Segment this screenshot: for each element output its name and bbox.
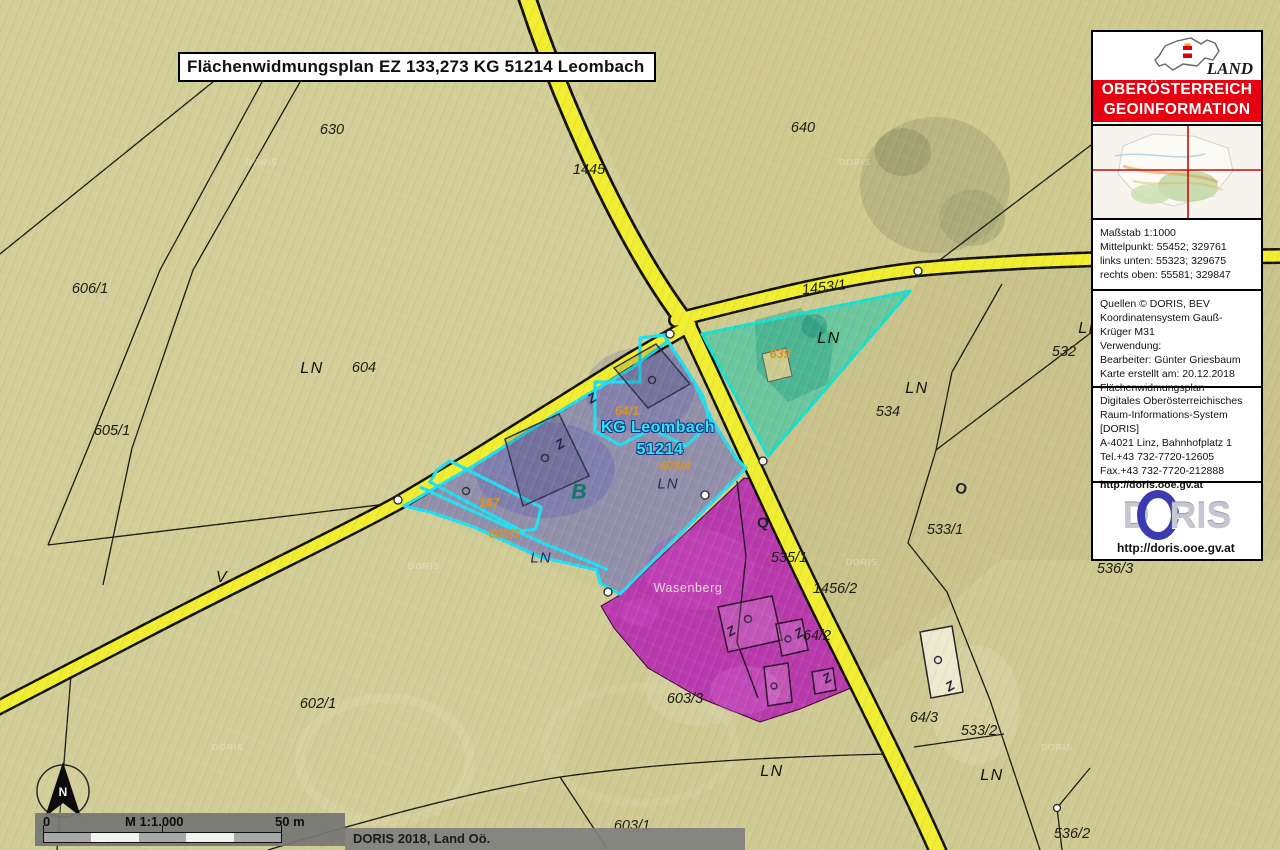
- scale-end-label: 50 m: [275, 815, 305, 828]
- doris-url: http://doris.ooe.gv.at: [1117, 542, 1261, 554]
- info-line: Fax.+43 732-7720-212888: [1100, 464, 1254, 478]
- banner-line: GEOINFORMATION: [1093, 100, 1261, 120]
- scale-start-label: 0: [43, 815, 50, 828]
- overview-map-thumbnail: [1093, 124, 1261, 218]
- info-line: Maßstab 1:1000: [1100, 226, 1254, 240]
- geoinformation-banner: OBERÖSTERREICH GEOINFORMATION: [1093, 80, 1261, 122]
- attribution-bar: DORIS 2018, Land Oö.: [345, 828, 745, 850]
- info-line: Digitales Oberösterreichisches: [1100, 394, 1254, 408]
- map-title: Flächenwidmungsplan EZ 133,273 KG 51214 …: [187, 57, 644, 76]
- land-ooe-logo: LAND OBERÖSTERREICH GEOINFORMATION: [1093, 32, 1261, 218]
- info-line: Tel.+43 732-7720-12605: [1100, 450, 1254, 464]
- map-canvas: [0, 0, 1280, 850]
- info-line: Quellen © DORIS, BEV: [1100, 297, 1254, 311]
- info-line: Verwendung:: [1100, 339, 1254, 353]
- info-line: A-4021 Linz, Bahnhofplatz 1: [1100, 436, 1254, 450]
- info-line: links unten: 55323; 329675: [1100, 254, 1254, 268]
- info-line: Raum-Informations-System [DORIS]: [1100, 408, 1254, 436]
- banner-line: OBERÖSTERREICH: [1093, 80, 1261, 100]
- scale-segments: [43, 832, 282, 843]
- doris-contact-info: Digitales OberösterreichischesRaum-Infor…: [1093, 386, 1261, 481]
- doris-logo-ris: RIS: [1170, 497, 1232, 534]
- info-line: Bearbeiter: Günter Griesbaum: [1100, 353, 1254, 367]
- map-title-box: Flächenwidmungsplan EZ 133,273 KG 51214 …: [178, 52, 656, 82]
- scale-ratio-label: M 1:1.000: [125, 815, 184, 828]
- north-label: N: [59, 786, 68, 798]
- info-line: Koordinatensystem Gauß-Krüger M31: [1100, 311, 1254, 339]
- source-info: Quellen © DORIS, BEVKoordinatensystem Ga…: [1093, 289, 1261, 386]
- info-line: rechts oben: 55581; 329847: [1100, 268, 1254, 282]
- map-export-page: 6301445640606/1LN604605/11453/1LN639LN53…: [0, 0, 1280, 850]
- legend-panel: LAND OBERÖSTERREICH GEOINFORMATION Maßst: [1091, 30, 1263, 561]
- doris-logo-box: D RIS http://doris.ooe.gv.at: [1093, 481, 1261, 559]
- map-extent-info: Maßstab 1:1000Mittelpunkt: 55452; 329761…: [1093, 218, 1261, 289]
- scale-bar: 0 M 1:1.000 50 m: [35, 813, 345, 846]
- land-label: LAND: [1207, 60, 1253, 77]
- doris-logo: D RIS: [1093, 490, 1261, 540]
- info-line: Mittelpunkt: 55452; 329761: [1100, 240, 1254, 254]
- info-line: Karte erstellt am: 20.12.2018: [1100, 367, 1254, 381]
